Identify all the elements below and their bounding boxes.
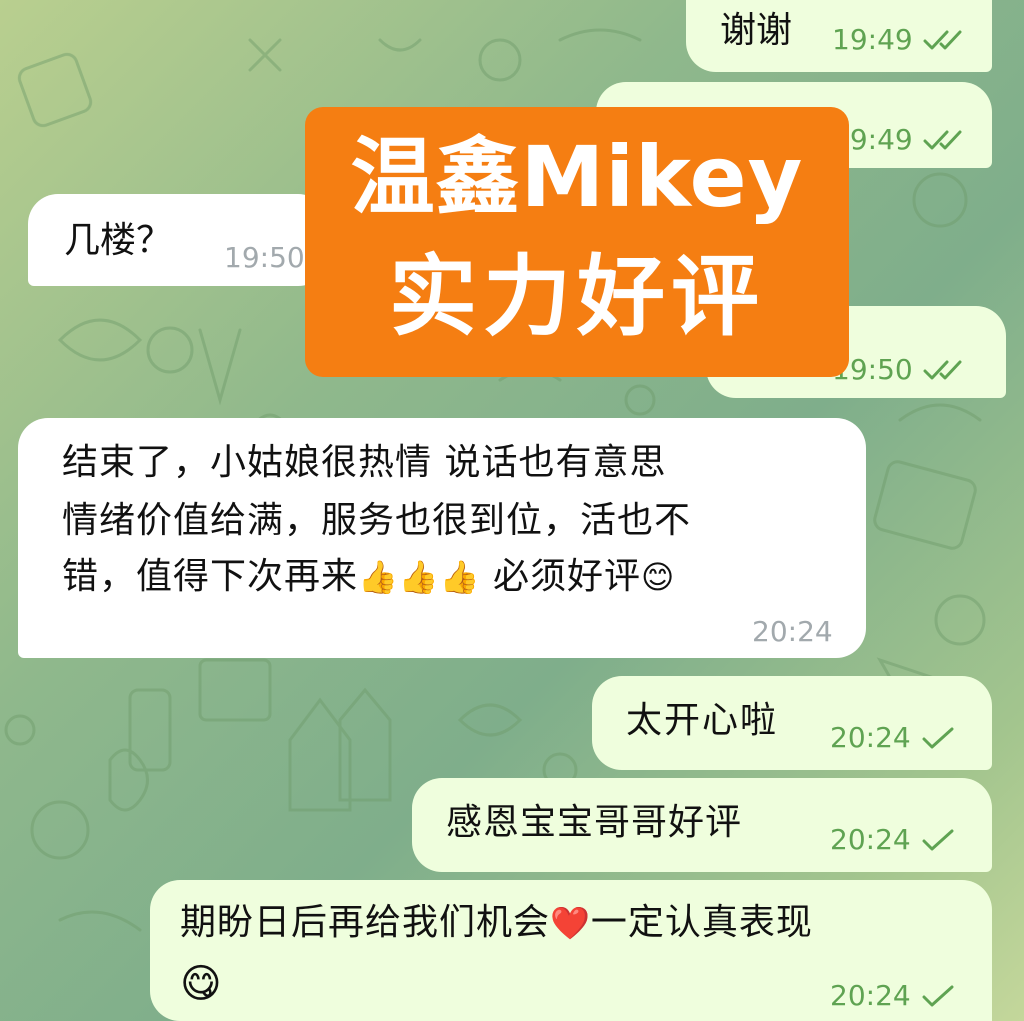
message-bubble-outgoing[interactable]: 谢谢 19:49 — [686, 0, 992, 72]
single-check-icon — [921, 727, 955, 749]
message-line: 期盼日后再给我们机会 — [180, 902, 551, 943]
message-meta: 20:24 — [752, 614, 833, 650]
message-line: 错，值得下次再来 — [62, 556, 359, 597]
double-check-icon — [923, 29, 967, 51]
message-meta: 20:24 — [830, 822, 955, 858]
message-line: 结束了，小姑娘很热情 说话也有意思 — [62, 442, 667, 483]
message-time: 20:24 — [830, 823, 911, 856]
message-line-1: 期盼日后再给我们机会❤️一定认真表现 — [180, 900, 813, 947]
message-text: 谢谢 — [720, 10, 793, 51]
message-meta: 19:50 — [224, 240, 305, 276]
message-bubble-incoming[interactable]: 几楼？ 19:50 — [28, 194, 328, 286]
single-check-icon — [921, 985, 955, 1007]
message-bubble-outgoing[interactable]: 感恩宝宝哥哥好评 20:24 — [412, 778, 992, 872]
message-bubble-outgoing[interactable]: 期盼日后再给我们机会❤️一定认真表现 😋 20:24 — [150, 880, 992, 1021]
message-time: 19:50 — [224, 241, 305, 274]
yum-emoji: 😋 — [180, 961, 222, 1007]
message-line: 一定认真表现 — [590, 902, 813, 943]
message-meta: 19:49 — [832, 122, 967, 158]
message-meta: 20:24 — [830, 720, 955, 756]
message-meta: 20:24 — [830, 978, 955, 1014]
double-check-icon — [923, 129, 967, 151]
message-line: 必须好评 — [493, 556, 642, 597]
red-heart-emoji: ❤️ — [550, 904, 591, 943]
message-time: 20:24 — [830, 721, 911, 754]
message-time: 20:24 — [830, 979, 911, 1012]
message-bubble-outgoing[interactable]: 太开心啦 20:24 — [592, 676, 992, 770]
thumbs-up-emoji: 👍 — [398, 558, 440, 597]
smile-emoji: 😊 — [641, 558, 676, 597]
message-line-2: 😋 — [180, 958, 222, 1010]
message-line: 情绪价值给满，服务也很到位，活也不 — [62, 500, 692, 541]
promo-overlay-banner: 温鑫Mikey 实力好评 — [305, 107, 849, 377]
thumbs-up-emoji: 👍 — [358, 558, 399, 597]
overlay-title: 温鑫Mikey — [350, 128, 804, 226]
message-text: 感恩宝宝哥哥好评 — [446, 802, 743, 843]
message-text: 几楼？ — [64, 220, 173, 261]
message-bubble-incoming[interactable]: 结束了，小姑娘很热情 说话也有意思 情绪价值给满，服务也很到位，活也不 错，值得… — [18, 418, 866, 658]
message-time: 20:24 — [752, 615, 833, 648]
message-line-3: 错，值得下次再来👍👍👍 必须好评😊 — [62, 554, 675, 601]
message-meta: 19:50 — [832, 352, 967, 388]
thumbs-up-emoji: 👍 — [439, 558, 481, 597]
message-text: 太开心啦 — [626, 700, 779, 741]
single-check-icon — [921, 829, 955, 851]
double-check-icon — [923, 359, 967, 381]
message-meta: 19:49 — [832, 22, 967, 58]
message-time: 19:49 — [832, 23, 913, 56]
overlay-subtitle: 实力好评 — [388, 245, 765, 348]
